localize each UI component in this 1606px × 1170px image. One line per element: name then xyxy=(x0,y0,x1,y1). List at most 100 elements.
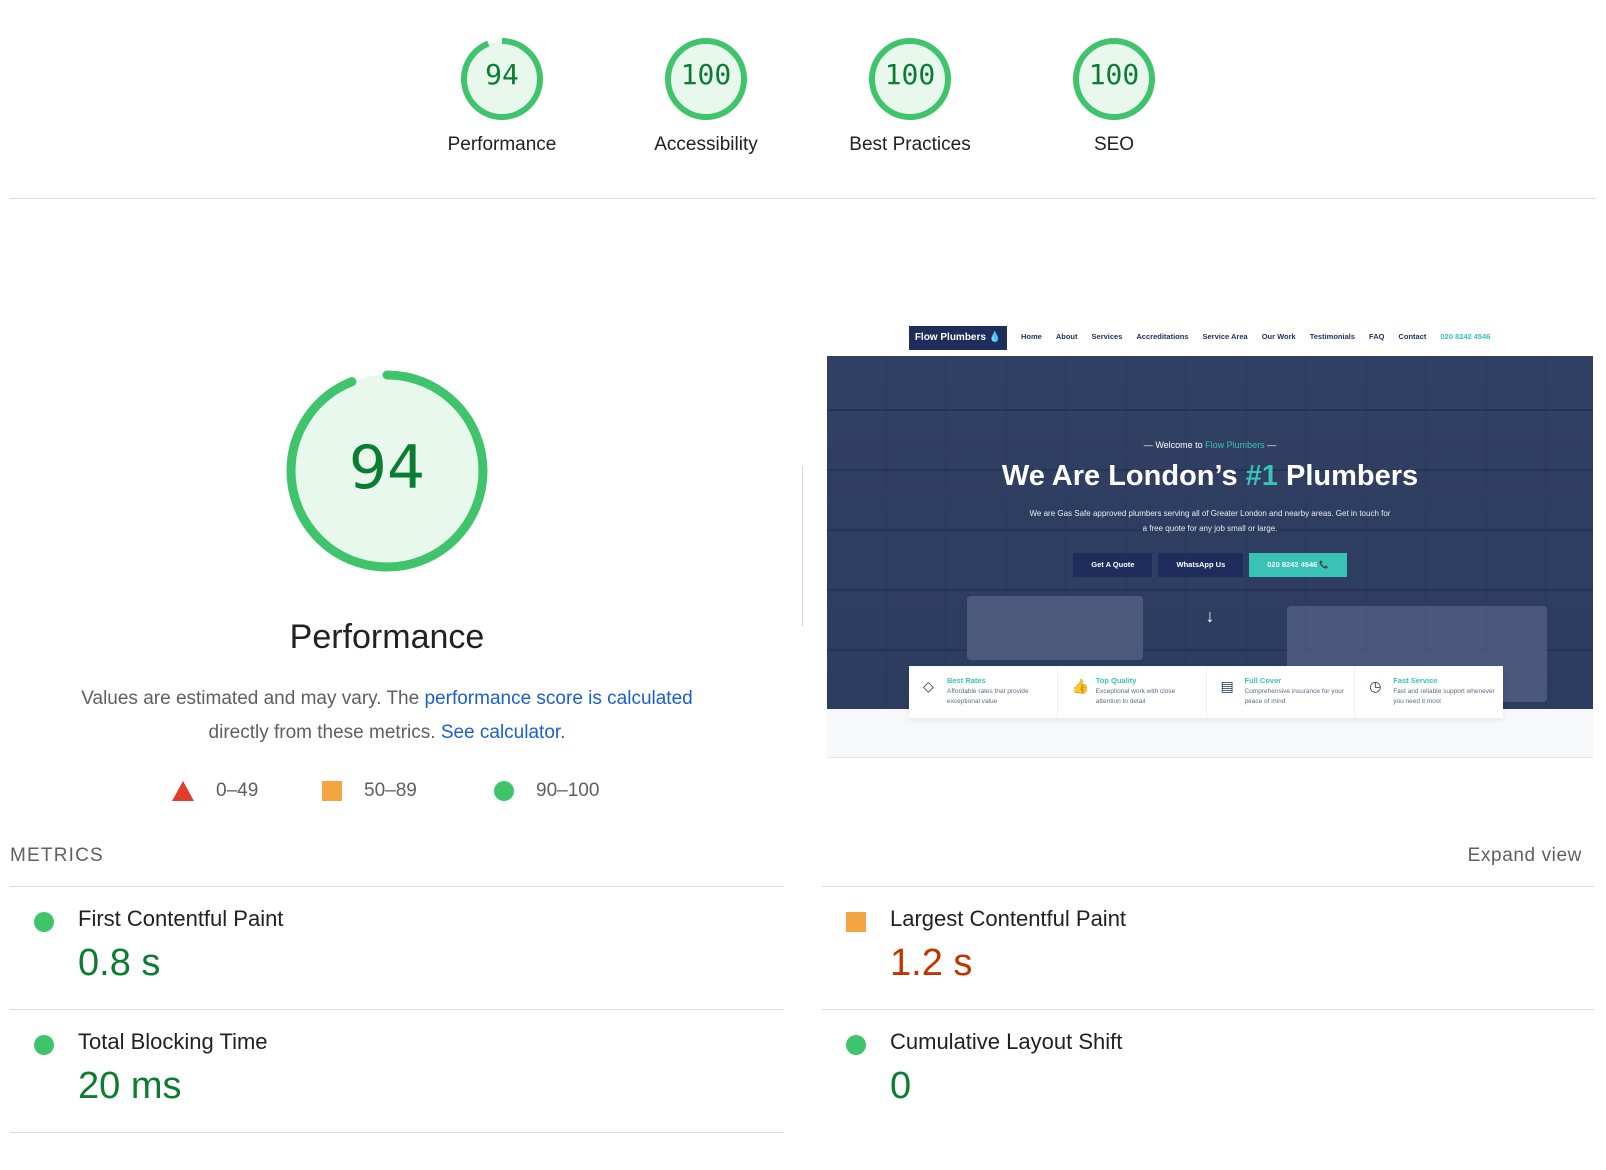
gauge-performance[interactable]: 94 Performance xyxy=(422,36,582,156)
preview-phone-button: 020 8242 4546 📞 xyxy=(1249,553,1347,577)
metrics-divider xyxy=(10,886,784,887)
preview-quote-button: Get A Quote xyxy=(1073,553,1153,577)
feature-title: Best Rates xyxy=(947,676,986,685)
metrics-divider xyxy=(822,1009,1594,1010)
score-legend: 0–49 50–89 90–100 xyxy=(0,780,780,810)
expand-view-toggle[interactable]: Expand view xyxy=(1468,845,1582,867)
gauge-ring: 100 xyxy=(663,36,749,122)
gauge-accessibility[interactable]: 100 Accessibility xyxy=(626,36,786,156)
tag-icon: ◇ xyxy=(923,678,934,694)
gauge-ring: 100 xyxy=(867,36,953,122)
metric-value: 0 xyxy=(890,1065,912,1107)
preview-feature: ▤ Full Cover Comprehensive insurance for… xyxy=(1207,666,1356,718)
gauge-label: SEO xyxy=(1093,134,1135,155)
preview-nav-item: Contact xyxy=(1398,332,1427,341)
average-square-icon xyxy=(846,912,866,932)
metric-title: Cumulative Layout Shift xyxy=(890,1029,1123,1054)
desc-text-1: Values are estimated and may vary. The xyxy=(81,688,425,709)
metrics-divider xyxy=(10,1009,784,1010)
final-screenshot[interactable]: Flow Plumbers 💧 Home About Services Accr… xyxy=(827,318,1593,758)
feature-desc: Affordable rates that provide exceptiona… xyxy=(947,688,1029,705)
gauge-score: 100 xyxy=(680,58,732,91)
desc-text-2: directly from these metrics. xyxy=(208,722,441,743)
vertical-separator xyxy=(802,466,803,626)
preview-buttons: Get A Quote WhatsApp Us 020 8242 4546 📞 xyxy=(827,553,1593,577)
gauge-seo[interactable]: 100 SEO xyxy=(1034,36,1194,156)
gauge-ring: 100 xyxy=(1071,36,1157,122)
legend-fail: 0–49 xyxy=(172,780,258,802)
preview-nav-item: About xyxy=(1055,332,1078,341)
metric-value: 1.2 s xyxy=(890,942,973,984)
metrics-divider xyxy=(822,886,1594,887)
preview-hero: — Welcome to Flow Plumbers — We Are Lond… xyxy=(827,356,1593,709)
welcome-prefix: Welcome to xyxy=(1155,440,1206,450)
preview-nav-item: Services xyxy=(1091,332,1123,341)
preview-nav-item: Accreditations xyxy=(1136,332,1189,341)
top-divider xyxy=(10,198,1596,199)
gauge-score: 100 xyxy=(884,58,936,91)
gauge-label: Best Practices xyxy=(849,134,971,155)
metrics-heading: METRICS xyxy=(10,845,104,866)
legend-pass: 90–100 xyxy=(494,780,599,802)
metric-total-blocking-time[interactable]: Total Blocking Time 20 ms xyxy=(10,1011,770,1133)
circle-icon xyxy=(494,781,514,801)
metric-first-contentful-paint[interactable]: First Contentful Paint 0.8 s xyxy=(10,888,770,1010)
performance-description: Values are estimated and may vary. The p… xyxy=(40,682,734,750)
preview-logo: Flow Plumbers 💧 xyxy=(909,326,1007,350)
welcome-brand: Flow Plumbers xyxy=(1205,440,1265,450)
feature-title: Top Quality xyxy=(1095,676,1137,685)
performance-score-large: 94 xyxy=(348,433,426,503)
preview-feature: 👍 Top Quality Exceptional work with clos… xyxy=(1058,666,1207,718)
pass-circle-icon xyxy=(34,912,54,932)
feature-desc: Fast and reliable support whenever you n… xyxy=(1393,688,1495,705)
score-calculated-link[interactable]: performance score is calculated xyxy=(424,688,692,709)
feature-title: Full Cover xyxy=(1244,676,1282,685)
preview-nav-item: FAQ xyxy=(1369,332,1385,341)
thumbs-up-icon: 👍 xyxy=(1071,678,1090,694)
preview-welcome: — Welcome to Flow Plumbers — xyxy=(1143,440,1277,450)
gauge-best-practices[interactable]: 100 Best Practices xyxy=(830,36,990,156)
triangle-icon xyxy=(172,781,194,801)
headline-part-2: Plumbers xyxy=(1277,460,1419,492)
preview-phone: 020 8242 4546 xyxy=(1440,332,1491,341)
gauge-ring: 94 xyxy=(459,36,545,122)
gauge-score: 94 xyxy=(485,58,519,91)
metric-title: Total Blocking Time xyxy=(78,1029,268,1054)
preview-nav-item: Home xyxy=(1021,332,1042,341)
metric-cumulative-layout-shift[interactable]: Cumulative Layout Shift 0 xyxy=(822,1011,1582,1133)
preview-features: ◇ Best Rates Affordable rates that provi… xyxy=(909,666,1503,718)
scroll-down-arrow-icon: ↓ xyxy=(1205,606,1215,626)
pass-circle-icon xyxy=(846,1035,866,1055)
preview-whatsapp-button: WhatsApp Us xyxy=(1158,553,1244,577)
feature-desc: Exceptional work with close attention to… xyxy=(1095,688,1176,705)
preview-nav-item: Our Work xyxy=(1261,332,1296,341)
metric-value: 20 ms xyxy=(78,1065,182,1107)
legend-range: 0–49 xyxy=(216,780,259,801)
feature-title: Fast Service xyxy=(1393,676,1438,685)
headline-part-1: We Are London’s xyxy=(1001,460,1246,492)
preview-subtitle: We are Gas Safe approved plumbers servin… xyxy=(1029,509,1391,533)
metric-title: Largest Contentful Paint xyxy=(890,906,1127,931)
legend-average: 50–89 xyxy=(322,780,417,802)
preview-feature: ◇ Best Rates Affordable rates that provi… xyxy=(909,666,1058,718)
preview-headline: We Are London’s #1 Plumbers xyxy=(827,460,1593,493)
preview-nav-item: Testimonials xyxy=(1309,332,1356,341)
metric-value: 0.8 s xyxy=(78,942,161,984)
preview-nav-item: Service Area xyxy=(1202,332,1248,341)
metric-title: First Contentful Paint xyxy=(78,906,284,931)
preview-navbar: Flow Plumbers 💧 Home About Services Accr… xyxy=(827,318,1593,356)
preview-nav-links: Home About Services Accreditations Servi… xyxy=(1021,332,1490,341)
pass-circle-icon xyxy=(34,1035,54,1055)
gauge-score: 100 xyxy=(1088,58,1140,91)
feature-desc: Comprehensive insurance for your peace o… xyxy=(1244,688,1344,705)
see-calculator-link[interactable]: See calculator. xyxy=(441,722,566,743)
category-gauges: 94 Performance 100 Accessibility 100 Bes… xyxy=(0,36,1606,186)
metric-largest-contentful-paint[interactable]: Largest Contentful Paint 1.2 s xyxy=(822,888,1582,1010)
gauge-label: Performance xyxy=(447,134,557,155)
headline-accent: #1 xyxy=(1245,460,1278,492)
legend-range: 90–100 xyxy=(536,780,600,801)
legend-range: 50–89 xyxy=(364,780,417,801)
metrics-divider xyxy=(10,1132,784,1133)
preview-feature: ◷ Fast Service Fast and reliable support… xyxy=(1355,666,1503,718)
gauge-label: Accessibility xyxy=(654,134,758,155)
